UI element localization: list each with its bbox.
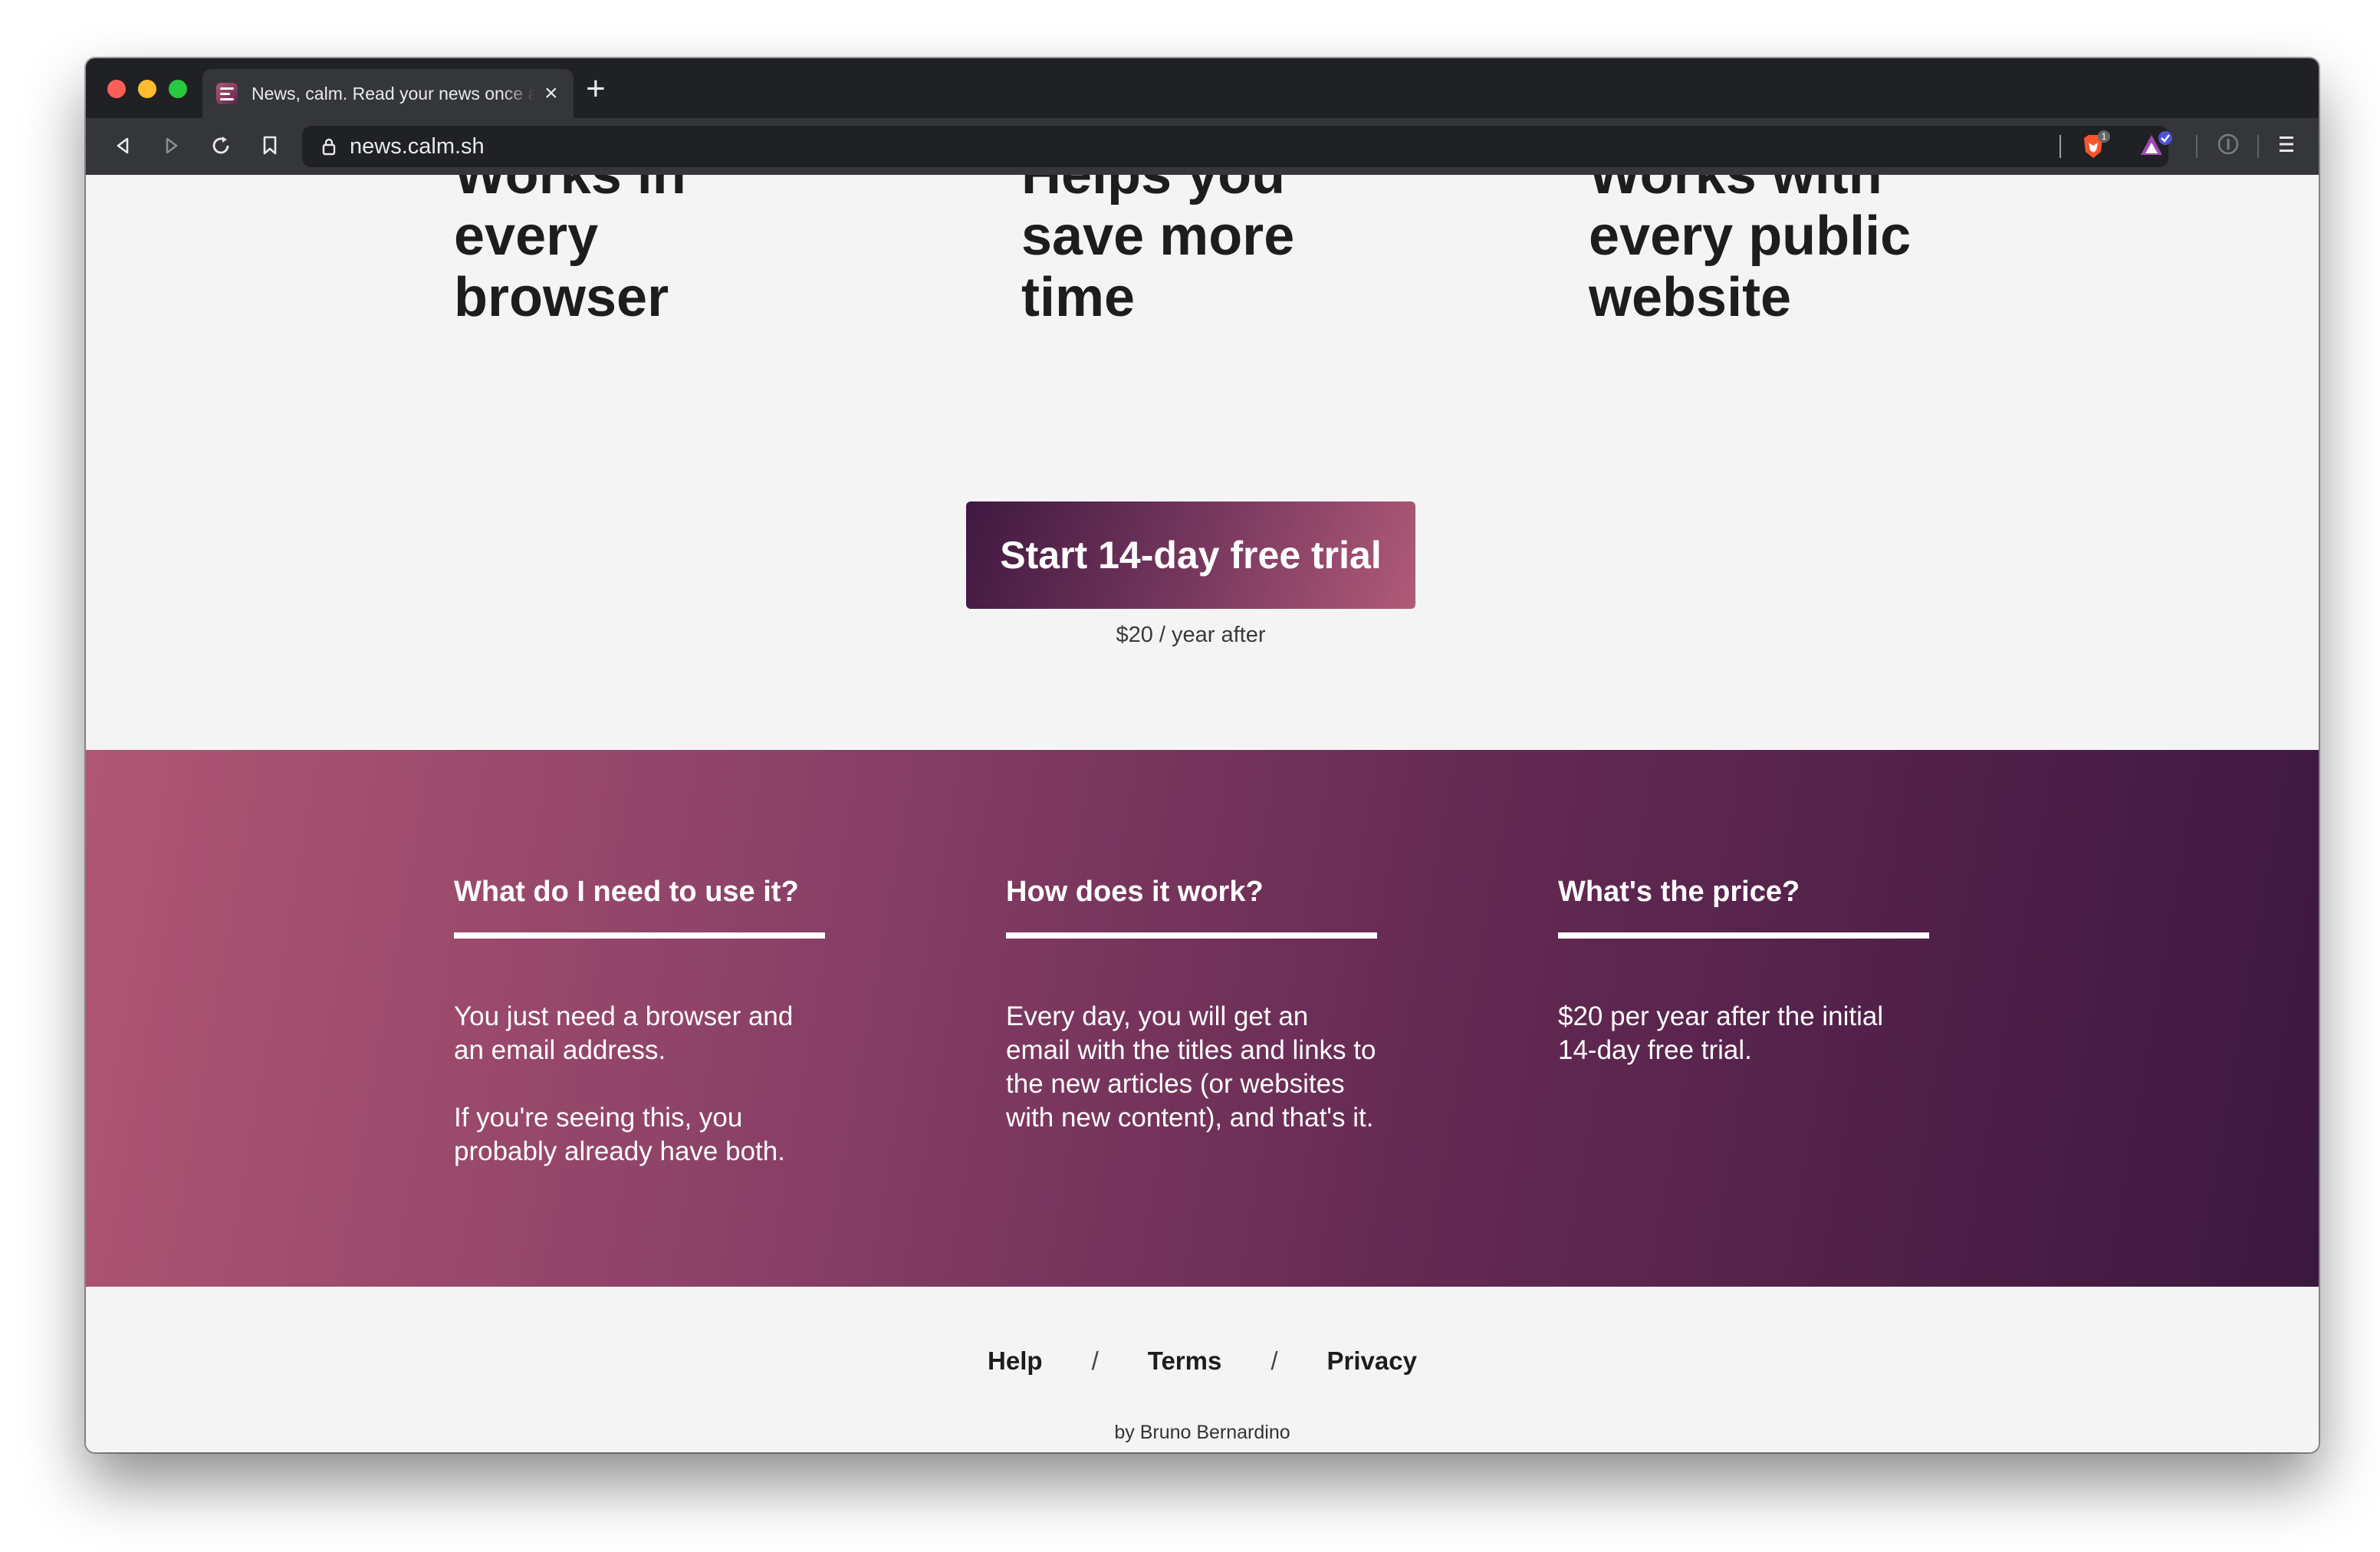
faq-answer: $20 per year after the initial 14-day fr…	[1558, 1000, 1929, 1067]
feature-line: save more	[1021, 206, 1295, 267]
forward-button[interactable]	[156, 130, 187, 161]
faq-answer-paragraph: If you're seeing this, you probably alre…	[454, 1103, 785, 1166]
new-tab-button[interactable]: +	[586, 72, 606, 106]
footer-separator: /	[1091, 1346, 1099, 1375]
start-free-trial-button[interactable]: Start 14-day free trial	[966, 501, 1415, 609]
faq-how-does-it-work: How does it work? Every day, you will ge…	[1006, 874, 1377, 1135]
footer-link-terms[interactable]: Terms	[1148, 1346, 1222, 1376]
news-calm-favicon-icon	[216, 83, 238, 104]
feature-line: browser	[454, 267, 669, 328]
close-window-button[interactable]	[107, 80, 126, 98]
feature-helps-save-time: Helps you save more time	[1021, 175, 1420, 328]
forward-arrow-icon	[166, 137, 178, 154]
url-text: news.calm.sh	[350, 133, 485, 159]
faq-what-do-i-need: What do I need to use it? You just need …	[454, 874, 825, 1169]
address-bar-divider	[2059, 135, 2061, 158]
shields-count-badge: 1	[2102, 131, 2107, 142]
back-button[interactable]	[107, 130, 138, 161]
footer-link-privacy[interactable]: Privacy	[1327, 1346, 1417, 1376]
brave-lion-icon: 1	[2084, 130, 2110, 158]
browser-toolbar: news.calm.sh 1	[86, 118, 2319, 175]
toolbar-divider	[2196, 135, 2198, 158]
feature-works-in-every-browser: Works in every browser	[454, 175, 853, 328]
minimize-window-button[interactable]	[138, 80, 156, 98]
faq-whats-the-price: What's the price? $20 per year after the…	[1558, 874, 1929, 1067]
faq-divider	[1006, 932, 1377, 939]
browser-tab-active[interactable]: News, calm. Read your news once a day ×	[202, 69, 574, 118]
address-bar[interactable]: news.calm.sh	[302, 126, 2168, 167]
browser-window: News, calm. Read your news once a day × …	[86, 58, 2319, 1452]
feature-works-with-every-website: Works with every public website	[1589, 175, 1987, 328]
lock-icon	[322, 138, 336, 156]
bookmark-icon	[263, 136, 277, 155]
feature-line: Works in	[454, 175, 686, 206]
faq-answer-paragraph: You just need a browser and an email add…	[454, 1001, 794, 1065]
page-viewport: Works in every browser Helps you save mo…	[86, 175, 2319, 1452]
browser-menu-button[interactable]	[2273, 130, 2303, 161]
reload-icon	[212, 136, 229, 154]
footer-nav: Help / Terms / Privacy	[86, 1346, 2319, 1376]
tab-title: News, calm. Read your news once a day	[251, 83, 535, 104]
faq-answer: Every day, you will get an email with th…	[1006, 1000, 1377, 1135]
brave-rewards-button[interactable]	[2138, 130, 2172, 161]
maximize-window-button[interactable]	[169, 80, 187, 98]
faq-question: What's the price?	[1558, 876, 1800, 908]
faq-answer-paragraph: $20 per year after the initial 14-day fr…	[1558, 1001, 1884, 1065]
brave-rewards-triangle-icon	[2141, 131, 2172, 155]
toolbar-divider-2	[2257, 135, 2259, 158]
price-note: $20 / year after	[1116, 623, 1266, 647]
brave-shields-button[interactable]: 1	[2078, 130, 2110, 161]
faq-question: What do I need to use it?	[454, 876, 799, 908]
author-byline: by Bruno Bernardino	[1114, 1422, 1290, 1443]
faq-question: How does it work?	[1006, 876, 1264, 908]
faq-section: What do I need to use it? You just need …	[86, 750, 2319, 1287]
feature-line: every public	[1589, 206, 1912, 267]
feature-line: every	[454, 206, 599, 267]
feature-line: time	[1021, 267, 1136, 328]
tab-strip: News, calm. Read your news once a day × …	[86, 58, 2319, 118]
bookmark-button[interactable]	[255, 130, 285, 161]
faq-answer: You just need a browser and an email add…	[454, 1000, 825, 1169]
faq-divider	[1558, 932, 1929, 939]
brave-wallet-button[interactable]	[2214, 130, 2245, 161]
faq-answer-paragraph: Every day, you will get an email with th…	[1006, 1001, 1376, 1133]
faq-divider	[454, 932, 825, 939]
reload-button[interactable]	[205, 130, 236, 161]
hamburger-menu-icon	[2280, 136, 2293, 152]
feature-line: Works with	[1589, 175, 1882, 206]
footer-separator: /	[1271, 1346, 1278, 1375]
tab-close-icon[interactable]: ×	[544, 82, 558, 105]
feature-line: website	[1589, 267, 1792, 328]
info-circle-icon	[2217, 133, 2239, 155]
footer-link-help[interactable]: Help	[988, 1346, 1043, 1376]
feature-line: Helps you	[1021, 175, 1286, 206]
back-arrow-icon	[117, 137, 129, 154]
